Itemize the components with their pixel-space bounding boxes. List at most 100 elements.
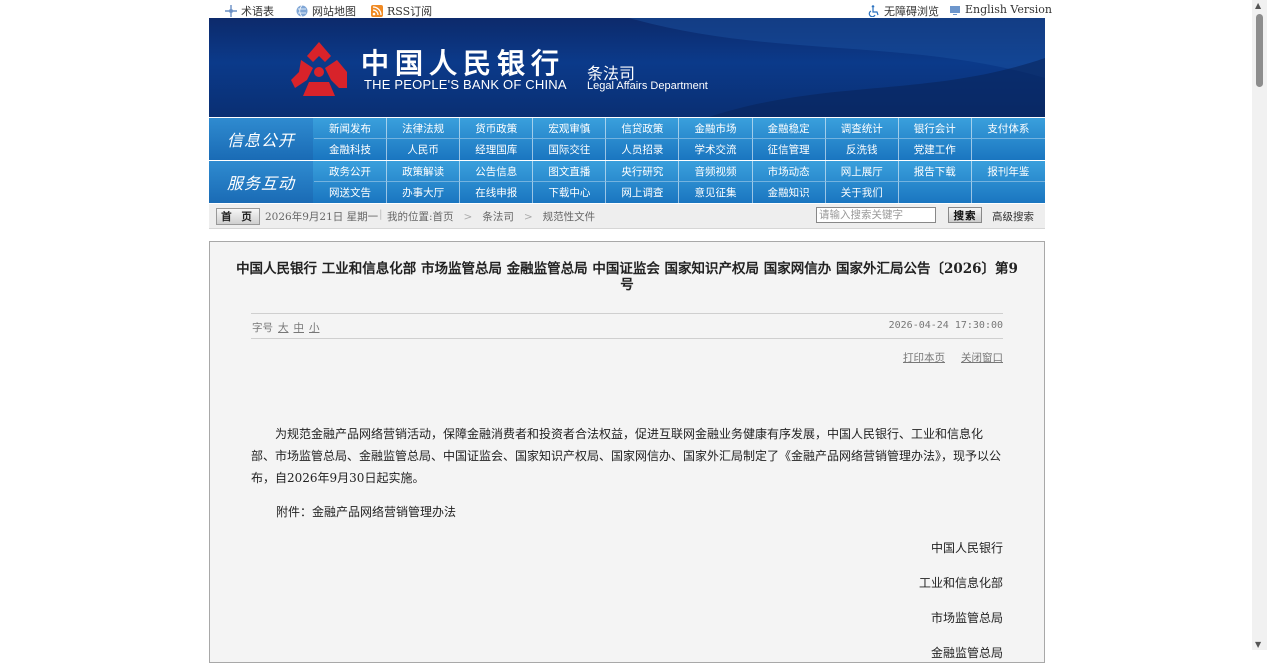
signatory: 中国人民银行 [930,541,1003,555]
glossary-link[interactable]: 术语表 [225,3,274,19]
nav-item[interactable]: 征信管理 [753,139,826,160]
nav-grid: 新闻发布 法律法规 货币政策 宏观审慎 信贷政策 金融市场 金融稳定 调查统计 银行会计 支付体系… [314,118,1045,160]
article-title: 中国人民银行 工业和信息化部 市场监管总局 金融监管总局 中国证监会 国家知识产… [210,261,1044,293]
nav-item[interactable]: 调查统计 [825,118,899,139]
sitemap-label: 网站地图 [312,5,356,18]
nav-item[interactable]: 央行研究 [606,161,680,182]
font-size-control: 字号 大 中 小 [252,320,320,335]
close-window-link[interactable]: 关闭窗口 [961,350,1003,365]
wheelchair-icon [868,5,879,17]
nav-item[interactable]: 信贷政策 [606,118,680,139]
nav-item[interactable]: 政策解读 [387,161,461,182]
english-version-link[interactable]: English Version [949,3,1052,16]
nav-item[interactable]: 人民币 [387,139,461,160]
nav-item[interactable]: 政务公开 [314,161,388,182]
breadcrumb-normative-docs[interactable]: 规范性文件 [543,209,596,224]
nav-item[interactable]: 网上展厅 [825,161,899,182]
nav-item[interactable]: 市场动态 [752,161,826,182]
rss-link[interactable]: RSS订阅 [371,3,432,19]
scroll-up-arrow-icon[interactable]: ▲ [1255,1,1261,10]
article-actions: 打印本页 关闭窗口 [903,350,1003,365]
nav-item[interactable]: 经理国库 [460,139,534,160]
nav-item[interactable]: 关于我们 [826,182,899,203]
sitemap-link[interactable]: 网站地图 [296,3,356,19]
nav-item[interactable]: 国际交往 [533,139,607,160]
breadcrumb-home[interactable]: 我的位置:首页 [387,209,454,224]
print-page-link[interactable]: 打印本页 [903,350,945,365]
home-button[interactable]: 首 页 [216,208,260,225]
nav-section-label: 信息公开 [209,118,313,160]
nav-item[interactable]: 人员招录 [606,139,680,160]
nav-item[interactable]: 反洗钱 [826,139,899,160]
nav-item [972,139,1045,160]
nav-item[interactable]: 金融稳定 [752,118,826,139]
advanced-search-link[interactable]: 高级搜索 [992,209,1034,224]
publish-time: 2026-04-24 17:30:00 [888,320,1003,331]
article-panel: 中国人民银行 工业和信息化部 市场监管总局 金融监管总局 中国证监会 国家知识产… [209,241,1045,663]
font-size-large[interactable]: 大 [278,320,289,335]
nav-service-interaction: 服务互动 政务公开 政策解读 公告信息 图文直播 央行研究 音频视频 市场动态 网上展厅 报告下… [209,161,1045,203]
rss-icon [371,5,383,17]
nav-item[interactable]: 在线申报 [460,182,534,203]
scrollbar-thumb[interactable] [1256,14,1263,87]
chevron-right-icon: > [463,210,473,223]
nav-item[interactable]: 党建工作 [899,139,972,160]
nav-item[interactable]: 法律法规 [387,118,461,139]
nav-item[interactable]: 支付体系 [971,118,1045,139]
search-input[interactable]: 请输入搜索关键字 [816,207,936,223]
nav-item[interactable]: 报刊年鉴 [971,161,1045,182]
nav-info-disclosure: 信息公开 新闻发布 法律法规 货币政策 宏观审慎 信贷政策 金融市场 金融稳定 调查统计 银行会… [209,118,1045,160]
nav-item[interactable]: 图文直播 [533,161,607,182]
search-button[interactable]: 搜索 [948,207,982,223]
font-size-small[interactable]: 小 [309,320,320,335]
nav-item[interactable]: 网上调查 [606,182,680,203]
article-title-line: 中国人民银行 工业和信息化部 市场监管总局 金融监管总局 中国证监会 国家知识产… [236,261,1018,277]
nav-item[interactable]: 音频视频 [679,161,753,182]
monitor-icon [950,5,960,15]
nav-item[interactable]: 金融科技 [314,139,388,160]
nav-item [899,182,972,203]
scroll-down-arrow-icon[interactable]: ▼ [1255,640,1261,649]
nav-item [972,182,1045,203]
breadcrumb-legal-dept[interactable]: 条法司 [482,209,514,224]
top-utility-bar: 术语表 网站地图 RSS订阅 无障碍浏览 English Version [209,0,1052,19]
signatory: 市场监管总局 [930,611,1003,625]
signatory: 工业和信息化部 [918,576,1003,590]
current-date: 2026年9月21日 星期一 [265,211,379,223]
nav-item[interactable]: 新闻发布 [314,118,388,139]
header-banner: 中国人民银行 THE PEOPLE'S BANK OF CHINA 条法司 Le… [209,18,1045,117]
globe-icon [296,5,308,17]
rss-label: RSS订阅 [387,5,433,18]
nav-item[interactable]: 银行会计 [898,118,972,139]
pboc-logo-icon [291,42,347,96]
nav-item[interactable]: 金融市场 [679,118,753,139]
nav-item[interactable]: 货币政策 [460,118,534,139]
nav-item[interactable]: 金融知识 [753,182,826,203]
nav-item[interactable]: 报告下载 [898,161,972,182]
accessibility-label: 无障碍浏览 [884,5,939,18]
divider: | [379,208,383,220]
font-size-label: 字号 [252,322,273,334]
nav-section-label: 服务互动 [209,161,313,203]
nav-item[interactable]: 公告信息 [460,161,534,182]
article-paragraph: 为规范金融产品网络营销活动，保障金融消费者和投资者合法权益，促进互联网金融业务健… [251,427,1002,485]
bank-english-name: THE PEOPLE'S BANK OF CHINA [364,77,567,92]
nav-item[interactable]: 网送文告 [314,182,388,203]
breadcrumb: 我的位置:首页 > 条法司 > 规范性文件 [387,209,595,224]
department-english-name: Legal Affairs Department [587,80,708,92]
breadcrumb-bar: 首 页 2026年9月21日 星期一 | 我的位置:首页 > 条法司 > 规范性… [209,204,1045,229]
glossary-label: 术语表 [241,5,274,18]
nav-grid: 政务公开 政策解读 公告信息 图文直播 央行研究 音频视频 市场动态 网上展厅 报告下载 报刊年鉴… [314,161,1045,203]
page-scrollbar[interactable]: ▲ ▼ [1252,0,1267,650]
nav-item[interactable]: 办事大厅 [387,182,461,203]
nav-item[interactable]: 宏观审慎 [533,118,607,139]
nav-item[interactable]: 下载中心 [533,182,607,203]
nav-item[interactable]: 学术交流 [679,139,753,160]
accessibility-link[interactable]: 无障碍浏览 [868,3,939,19]
nav-item[interactable]: 意见征集 [679,182,753,203]
font-size-medium[interactable]: 中 [294,320,305,335]
attachment-link[interactable]: 附件：金融产品网络营销管理办法 [276,503,456,520]
article-title-line: 号 [620,277,634,293]
bank-chinese-name: 中国人民银行 [361,47,566,80]
signatory: 金融监管总局 [930,646,1003,660]
